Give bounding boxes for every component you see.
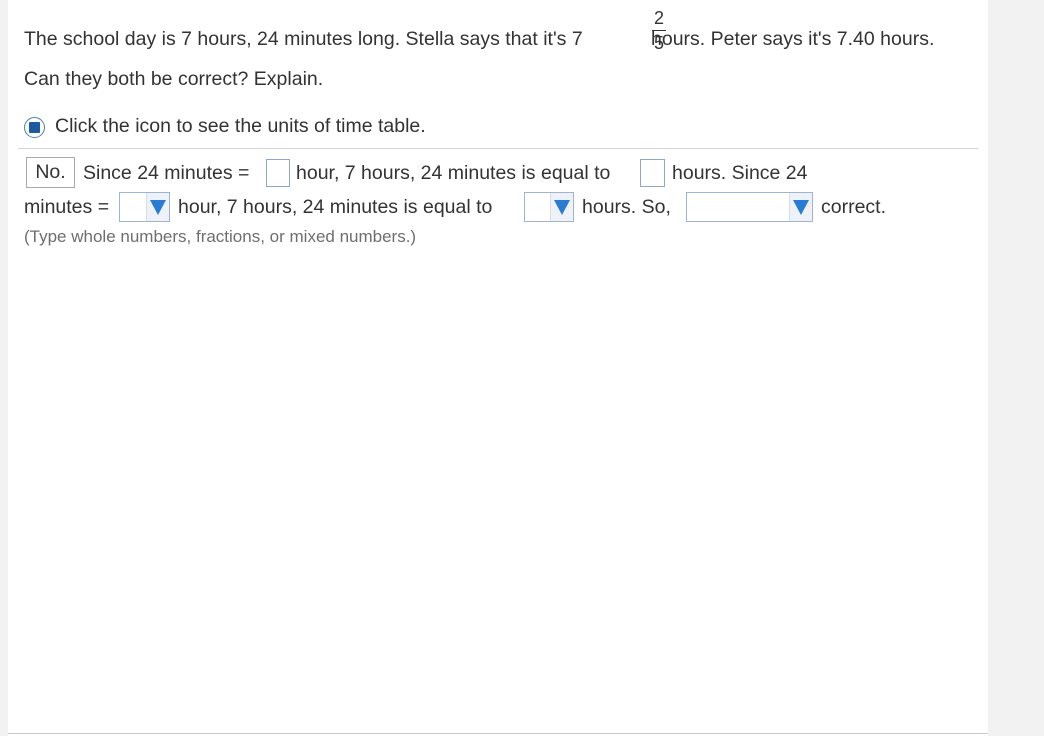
answer-text-1: Since 24 minutes = — [83, 162, 250, 184]
left-gutter — [0, 0, 8, 736]
minutes-fraction-dropdown[interactable] — [119, 192, 170, 222]
total-hours-input[interactable] — [640, 159, 665, 187]
fraction-numerator: 2 — [653, 8, 664, 28]
answer-format-hint: (Type whole numbers, fractions, or mixed… — [24, 227, 417, 246]
chevron-down-icon — [793, 200, 809, 215]
right-gutter — [988, 0, 1044, 736]
who-is-correct-dropdown[interactable] — [686, 192, 813, 222]
answer-text-6: hours. So, — [582, 196, 671, 218]
question-text-after-fraction: hours. Peter says it's 7.40 hours. — [651, 28, 935, 50]
chevron-down-icon — [150, 200, 166, 215]
question-line-2: Can they both be correct? Explain. — [24, 68, 324, 90]
total-hours-dropdown[interactable] — [524, 192, 574, 222]
answer-text-3: hours. Since 24 — [672, 162, 808, 184]
question-text-before-fraction: The school day is 7 hours, 24 minutes lo… — [24, 28, 583, 50]
help-text: Click the icon to see the units of time … — [55, 115, 426, 137]
answer-text-7: correct. — [821, 196, 887, 218]
table-icon[interactable] — [24, 117, 45, 138]
answer-text-2: hour, 7 hours, 24 minutes is equal to — [296, 162, 611, 184]
divider — [18, 148, 978, 149]
minutes-to-hour-input[interactable] — [266, 159, 290, 187]
bottom-border — [8, 733, 988, 734]
answer-text-4: minutes = — [24, 196, 110, 218]
answer-text-5: hour, 7 hours, 24 minutes is equal to — [178, 196, 493, 218]
chevron-down-icon — [554, 200, 570, 215]
answer-yes-no-box[interactable]: No. — [26, 157, 75, 188]
question-line-1-after: hours. Peter says it's 7.40 hours. — [651, 28, 934, 51]
question-line-1: The school day is 7 hours, 24 minutes lo… — [24, 28, 583, 51]
